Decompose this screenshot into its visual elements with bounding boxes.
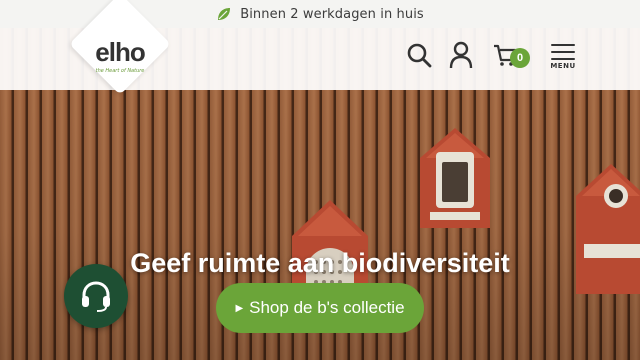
cart-count-badge: 0 (510, 48, 530, 68)
announcement-text: Binnen 2 werkdagen in huis (240, 6, 424, 22)
caret-right-icon: ▶ (235, 302, 244, 314)
customer-support-button[interactable] (64, 264, 128, 328)
shop-collection-button[interactable]: ▶ Shop de b's collectie (216, 283, 424, 333)
search-button[interactable] (404, 40, 434, 70)
birdhouse-image-right-top (420, 128, 490, 228)
cta-label: Shop de b's collectie (249, 298, 405, 317)
hamburger-icon (551, 44, 575, 46)
search-icon (407, 43, 432, 68)
account-icon (449, 41, 473, 69)
menu-button[interactable]: MENU (546, 44, 580, 78)
brand-logo[interactable]: elho the Heart of Nature (69, 0, 171, 104)
headset-icon (82, 281, 110, 312)
account-button[interactable] (446, 40, 476, 70)
cart-button[interactable]: 0 (490, 40, 530, 70)
logo-wordmark: elho (95, 37, 145, 67)
logo-tagline: the Heart of Nature (95, 68, 145, 74)
menu-label: MENU (550, 62, 576, 70)
leaf-icon (218, 8, 231, 20)
site-header: elho the Heart of Nature 0 MENU (0, 0, 640, 95)
